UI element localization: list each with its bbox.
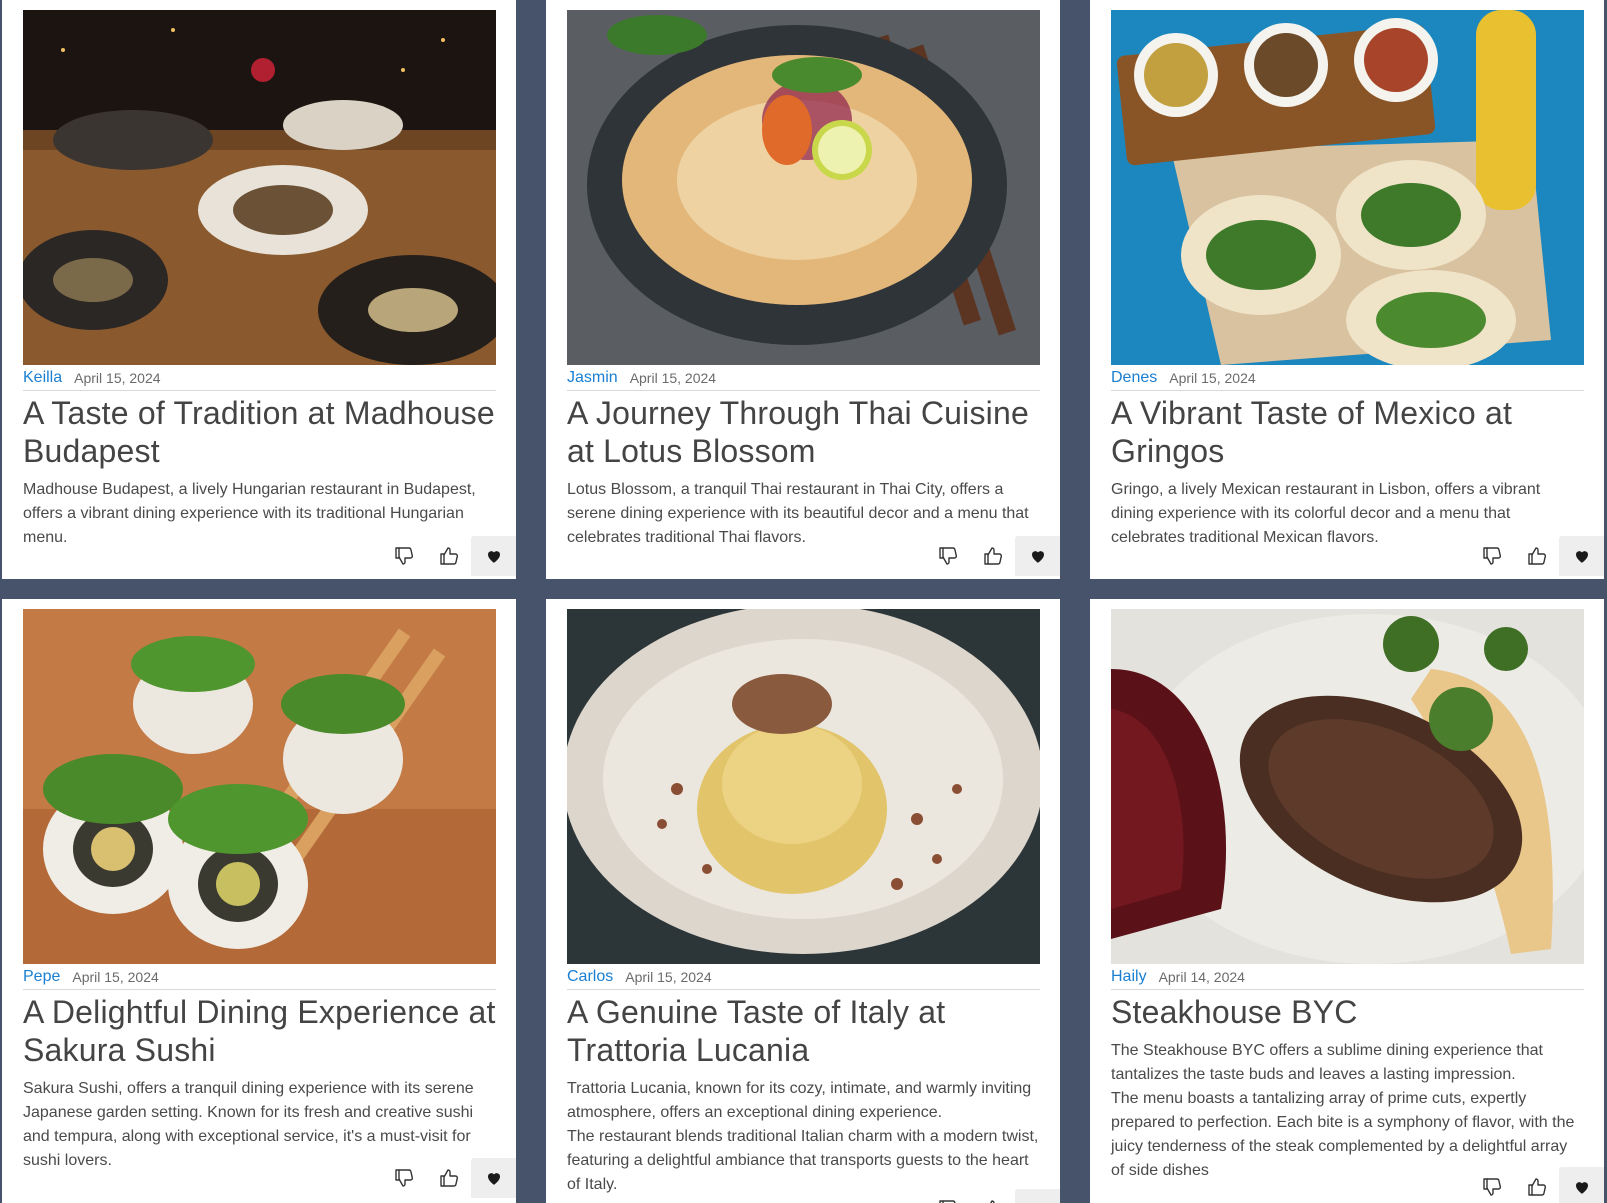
favorite-button[interactable] (1015, 1189, 1060, 1203)
dislike-button[interactable] (925, 536, 970, 576)
dislike-button[interactable] (381, 1158, 426, 1198)
thumbs-up-icon (439, 547, 458, 565)
favorite-button[interactable] (471, 536, 516, 576)
like-button[interactable] (426, 536, 471, 576)
heart-icon (487, 551, 500, 563)
post-title[interactable]: Steakhouse BYC (1111, 993, 1584, 1031)
reaction-actions (381, 1158, 516, 1198)
favorite-button[interactable] (471, 1158, 516, 1198)
post-meta: Keilla April 15, 2024 (23, 366, 496, 391)
sushi-rolls-photo[interactable] (23, 609, 496, 964)
reaction-actions (1469, 1167, 1604, 1203)
post-description: Trattoria Lucania, known for its cozy, i… (567, 1080, 1039, 1193)
thumbs-down-icon (1482, 1178, 1501, 1196)
post-description: The Steakhouse BYC offers a sublime dini… (1111, 1042, 1575, 1179)
dislike-button[interactable] (925, 1189, 970, 1203)
post-title[interactable]: A Journey Through Thai Cuisine at Lotus … (567, 394, 1040, 470)
restaurant-card: Keilla April 15, 2024 A Taste of Traditi… (2, 0, 516, 579)
post-date: April 15, 2024 (1169, 370, 1256, 386)
author-link[interactable]: Pepe (23, 968, 60, 986)
favorite-button[interactable] (1559, 1167, 1604, 1203)
author-link[interactable]: Keilla (23, 369, 62, 387)
author-link[interactable]: Haily (1111, 968, 1147, 986)
restaurant-card: Jasmin April 15, 2024 A Journey Through … (546, 0, 1060, 579)
like-button[interactable] (1514, 536, 1559, 576)
dislike-button[interactable] (1469, 536, 1514, 576)
thumbs-up-icon (1527, 547, 1546, 565)
reaction-actions (381, 536, 516, 576)
post-date: April 15, 2024 (625, 969, 712, 985)
post-meta: Pepe April 15, 2024 (23, 965, 496, 990)
mexican-tacos-photo[interactable] (1111, 10, 1584, 365)
author-link[interactable]: Denes (1111, 369, 1157, 387)
like-button[interactable] (970, 536, 1015, 576)
restaurant-card: Denes April 15, 2024 A Vibrant Taste of … (1090, 0, 1604, 579)
author-link[interactable]: Carlos (567, 968, 613, 986)
restaurant-card: Carlos April 15, 2024 A Genuine Taste of… (546, 599, 1060, 1203)
restaurant-card: Pepe April 15, 2024 A Delightful Dining … (2, 599, 516, 1203)
heart-icon (1031, 551, 1044, 563)
thumbs-down-icon (394, 547, 413, 565)
post-meta: Jasmin April 15, 2024 (567, 366, 1040, 391)
post-date: April 14, 2024 (1158, 969, 1245, 985)
post-title[interactable]: A Vibrant Taste of Mexico at Gringos (1111, 394, 1584, 470)
restaurant-card-grid: Keilla April 15, 2024 A Taste of Traditi… (0, 0, 1607, 1203)
pasta-carbonara-photo[interactable] (567, 609, 1040, 964)
post-meta: Denes April 15, 2024 (1111, 366, 1584, 391)
thumbs-down-icon (938, 1200, 956, 1203)
restaurant-card: Haily April 14, 2024 Steakhouse BYC The … (1090, 599, 1604, 1203)
favorite-button[interactable] (1559, 536, 1604, 576)
post-date: April 15, 2024 (74, 370, 161, 386)
thumbs-down-icon (938, 547, 957, 565)
like-button[interactable] (970, 1189, 1015, 1203)
heart-icon (1575, 551, 1588, 563)
thumbs-up-icon (439, 1169, 458, 1187)
post-meta: Carlos April 15, 2024 (567, 965, 1040, 990)
reaction-actions (1469, 536, 1604, 576)
thumbs-down-icon (394, 1169, 413, 1187)
reaction-actions (925, 1189, 1060, 1203)
post-meta: Haily April 14, 2024 (1111, 965, 1584, 990)
thumbs-up-icon (1527, 1178, 1546, 1196)
heart-icon (1575, 1182, 1588, 1194)
like-button[interactable] (1514, 1167, 1559, 1203)
post-date: April 15, 2024 (629, 370, 717, 386)
thumbs-down-icon (1482, 547, 1501, 565)
thai-noodle-soup-photo[interactable] (567, 10, 1040, 365)
like-button[interactable] (426, 1158, 471, 1198)
author-link[interactable]: Jasmin (567, 369, 618, 387)
heart-icon (487, 1173, 500, 1185)
post-title[interactable]: A Genuine Taste of Italy at Trattoria Lu… (567, 993, 1040, 1069)
post-date: April 15, 2024 (72, 969, 159, 985)
post-title[interactable]: A Delightful Dining Experience at Sakura… (23, 993, 496, 1069)
restaurant-feast-photo[interactable] (23, 10, 496, 365)
thumbs-up-icon (983, 547, 1002, 565)
grilled-steak-photo[interactable] (1111, 609, 1584, 964)
dislike-button[interactable] (1469, 1167, 1514, 1203)
favorite-button[interactable] (1015, 536, 1060, 576)
post-title[interactable]: A Taste of Tradition at Madhouse Budapes… (23, 394, 496, 470)
thumbs-up-icon (989, 1200, 995, 1203)
reaction-actions (925, 536, 1060, 576)
dislike-button[interactable] (381, 536, 426, 576)
